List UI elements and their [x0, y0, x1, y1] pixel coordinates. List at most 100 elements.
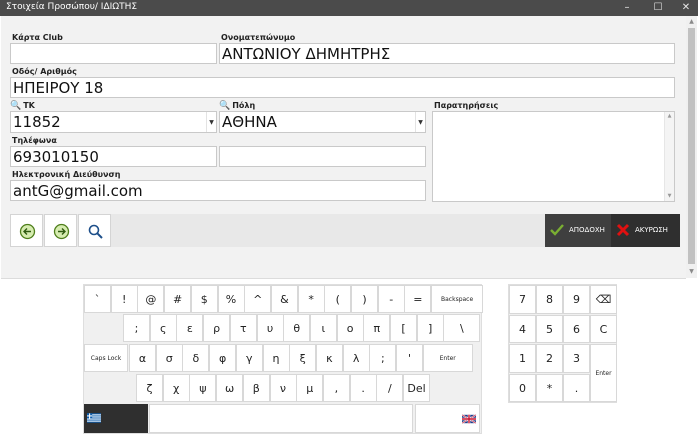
address-field[interactable]: ΗΠΕΙΡΟΥ 18	[10, 77, 675, 98]
city-value: ΑΘΗΝΑ	[222, 113, 277, 131]
name-field[interactable]: ΑΝΤΩΝΙΟΥ ΔΗΜΗΤΡΗΣ	[219, 43, 675, 64]
key[interactable]: %	[217, 285, 245, 313]
phone2-field[interactable]	[219, 146, 426, 167]
caps-lock-key[interactable]: Caps Lock	[84, 344, 128, 372]
key[interactable]: ;	[123, 314, 150, 342]
key[interactable]: ρ	[203, 314, 231, 342]
close-button[interactable]: ✕	[678, 1, 694, 15]
numpad-key[interactable]: 2	[536, 344, 563, 373]
city-combobox[interactable]: ΑΘΗΝΑ ▼	[219, 111, 426, 133]
key[interactable]: ς	[149, 314, 177, 342]
spacebar-key[interactable]	[149, 404, 413, 433]
numpad-key[interactable]: *	[536, 373, 563, 402]
key[interactable]: &	[270, 285, 298, 313]
notes-scroll-up-icon[interactable]: ▲	[665, 112, 674, 121]
email-field[interactable]: antG@gmail.com	[10, 180, 426, 201]
city-dropdown-icon[interactable]: ▼	[415, 112, 425, 132]
key[interactable]: -	[377, 285, 405, 313]
key[interactable]: α	[129, 344, 156, 372]
numpad-key[interactable]: 1	[509, 344, 536, 373]
key[interactable]: `	[84, 285, 111, 313]
key[interactable]: =	[404, 285, 432, 313]
numpad-key[interactable]: 0	[509, 373, 536, 402]
enter-key[interactable]: Enter	[422, 344, 473, 372]
key[interactable]: υ	[256, 314, 284, 342]
key[interactable]: ι	[309, 314, 337, 342]
arrow-left-circle-icon	[19, 223, 36, 240]
key[interactable]: δ	[182, 344, 210, 372]
numpad-key[interactable]: 5	[536, 314, 563, 343]
key[interactable]: μ	[296, 374, 324, 402]
key[interactable]: κ	[315, 344, 343, 372]
phone1-field[interactable]: 693010150	[10, 146, 217, 167]
key[interactable]: $	[190, 285, 218, 313]
numpad-key[interactable]: 7	[509, 285, 536, 314]
numpad-key[interactable]: .	[563, 373, 590, 402]
key[interactable]: π	[363, 314, 391, 342]
key[interactable]: θ	[283, 314, 311, 342]
cancel-button[interactable]: ΑΚΥΡΩΣΗ	[611, 214, 680, 247]
key[interactable]: φ	[209, 344, 237, 372]
key[interactable]: (	[324, 285, 352, 313]
club-card-field[interactable]	[10, 43, 217, 64]
key[interactable]: λ	[342, 344, 370, 372]
key[interactable]: γ	[235, 344, 263, 372]
key[interactable]: τ	[229, 314, 257, 342]
numpad-key[interactable]: 6	[563, 314, 590, 343]
key[interactable]: ^	[244, 285, 272, 313]
key[interactable]: ε	[176, 314, 204, 342]
notes-scroll-down-icon[interactable]: ▼	[665, 192, 674, 201]
key[interactable]: [	[390, 314, 417, 342]
key[interactable]: ,	[322, 374, 350, 402]
search-button[interactable]	[78, 214, 111, 247]
numpad-enter-key[interactable]: Enter	[590, 344, 617, 402]
key[interactable]: @	[137, 285, 165, 313]
key[interactable]: ψ	[189, 374, 217, 402]
key[interactable]: ζ	[136, 374, 163, 402]
back-button[interactable]	[10, 214, 43, 247]
key[interactable]: η	[262, 344, 290, 372]
maximize-button[interactable]: ☐	[650, 1, 666, 15]
key[interactable]: ξ	[289, 344, 317, 372]
key[interactable]: *	[297, 285, 325, 313]
accept-button[interactable]: ΑΠΟΔΟΧΗ	[545, 214, 611, 247]
zip-combobox[interactable]: 11852 ▼	[10, 111, 217, 133]
zip-dropdown-icon[interactable]: ▼	[206, 112, 216, 132]
numpad-backspace-key[interactable]: ⌫	[590, 285, 617, 314]
delete-key[interactable]: Del	[403, 374, 430, 402]
numpad-key[interactable]: 9	[563, 285, 590, 314]
numpad-key[interactable]: 3	[563, 344, 590, 373]
key[interactable]: !	[110, 285, 138, 313]
numpad-key[interactable]: 4	[509, 314, 536, 343]
key[interactable]: /	[376, 374, 404, 402]
key[interactable]: β	[242, 374, 270, 402]
notes-scrollbar[interactable]: ▲ ▼	[664, 112, 674, 201]
key[interactable]: ο	[336, 314, 364, 342]
scroll-down-icon[interactable]: ▼	[686, 268, 697, 275]
key[interactable]: .	[349, 374, 377, 402]
zip-search-icon[interactable]: 🔍	[10, 101, 21, 111]
city-search-icon[interactable]: 🔍	[219, 101, 230, 111]
city-label: 🔍 Πόλη	[219, 101, 256, 111]
key[interactable]: '	[396, 344, 423, 372]
key[interactable]: ω	[216, 374, 244, 402]
language-switch-english[interactable]	[415, 404, 480, 433]
key[interactable]: σ	[155, 344, 183, 372]
backspace-key[interactable]: Backspace	[431, 285, 484, 313]
key[interactable]: \	[443, 314, 481, 342]
scroll-up-icon[interactable]: ▲	[686, 18, 697, 25]
key[interactable]: ]	[416, 314, 444, 342]
vertical-scrollbar[interactable]: ▲ ▼	[686, 16, 697, 278]
key[interactable]: ν	[269, 374, 297, 402]
numpad-key[interactable]: 8	[536, 285, 563, 314]
scrollbar-thumb[interactable]	[688, 28, 695, 264]
key[interactable]: ;	[369, 344, 397, 372]
forward-button[interactable]	[44, 214, 77, 247]
minimize-button[interactable]: –	[619, 1, 635, 15]
key[interactable]: χ	[162, 374, 190, 402]
language-switch-greek[interactable]	[84, 404, 148, 433]
numpad-key[interactable]: C	[590, 314, 617, 343]
key[interactable]: )	[351, 285, 378, 313]
notes-textarea[interactable]: ▲ ▼	[432, 111, 675, 202]
key[interactable]: #	[164, 285, 192, 313]
